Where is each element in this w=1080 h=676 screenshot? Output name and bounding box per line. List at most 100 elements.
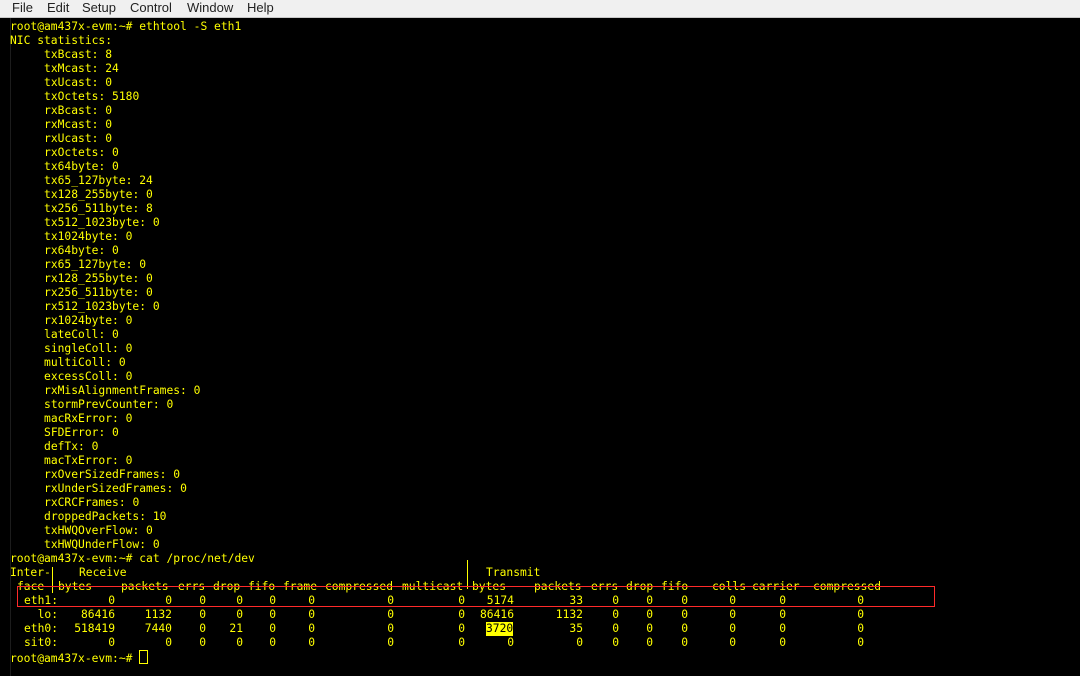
stat-value: 0: [105, 118, 113, 131]
command-text: cat /proc/net/dev: [132, 552, 255, 565]
stat-label: tx512_1023byte: [44, 216, 140, 229]
stat-value: 0: [152, 538, 160, 551]
dev-value: 0: [779, 636, 786, 649]
command-line: root@am437x-evm:~# ethtool -S eth1: [10, 20, 241, 34]
stat-label: rx65_127byte: [44, 258, 126, 271]
stat-value: 0: [125, 314, 133, 327]
stat-line: rxOverSizedFrames: 0: [44, 468, 181, 481]
iface-name: eth0:: [23, 622, 58, 635]
menu-control[interactable]: Control: [130, 0, 172, 15]
stat-value: 0: [112, 426, 119, 439]
stat-label: txOctets: [44, 90, 99, 103]
stat-label: txBcast: [44, 48, 92, 61]
stat-line: txMcast: 24: [44, 62, 119, 75]
stat-label: rx128_255byte: [44, 272, 133, 285]
menu-file[interactable]: File: [12, 0, 33, 15]
menu-bar: File Edit Setup Control Window Help: [0, 0, 1080, 18]
stat-value: 0: [146, 286, 153, 299]
stat-value: 0: [112, 328, 119, 341]
stat-value: 10: [152, 510, 167, 523]
stat-value: 0: [125, 412, 133, 425]
stat-value: 0: [125, 370, 133, 383]
stat-value: 0: [105, 76, 113, 89]
stat-line: tx1024byte: 0: [44, 230, 133, 243]
stat-label: singleColl: [44, 342, 113, 355]
stat-line: txOctets: 5180: [44, 90, 140, 103]
stat-line: rxMcast: 0: [44, 118, 113, 131]
highlight-box: [17, 586, 935, 607]
command-line: root@am437x-evm:~#: [10, 650, 149, 665]
stat-line: excessColl: 0: [44, 370, 133, 383]
stat-value: 0: [105, 132, 113, 145]
stat-label: rxBcast: [44, 104, 92, 117]
dev-value: 86416: [80, 608, 115, 621]
stat-line: rxUnderSizedFrames: 0: [44, 482, 187, 495]
stat-label: rxCRCFrames: [44, 496, 119, 509]
dev-value: 0: [507, 636, 514, 649]
shell-prompt: root@am437x-evm:~#: [10, 652, 133, 665]
stat-line: tx128_255byte: 0: [44, 188, 153, 201]
stat-value: 0: [112, 244, 119, 257]
menu-window[interactable]: Window: [187, 0, 233, 15]
dev-value: 0: [387, 622, 394, 635]
stats-header: NIC statistics:: [10, 34, 112, 48]
highlighted-value: 3720: [486, 622, 514, 636]
stat-value: 0: [146, 272, 153, 285]
dev-value: 518419: [74, 622, 115, 635]
stat-label: rxMcast: [44, 118, 92, 131]
stat-line: tx65_127byte: 24: [44, 174, 153, 187]
stat-label: txMcast: [44, 62, 92, 75]
dev-header-receive: Receive: [79, 566, 127, 579]
stat-line: rxUcast: 0: [44, 132, 113, 145]
stat-value: 0: [152, 216, 160, 229]
stat-label: SFDError: [44, 426, 99, 439]
stat-line: rxBcast: 0: [44, 104, 113, 117]
stat-label: rxUcast: [44, 132, 92, 145]
stat-value: 8: [105, 48, 113, 61]
menu-help[interactable]: Help: [247, 0, 274, 15]
menu-edit[interactable]: Edit: [47, 0, 69, 15]
dev-header-transmit: Transmit: [486, 566, 541, 579]
stat-line: SFDError: 0: [44, 426, 119, 439]
stat-line: lateColl: 0: [44, 328, 119, 341]
stat-line: macTxError: 0: [44, 454, 133, 467]
column-separator: [467, 560, 468, 589]
stat-line: txHWQOverFlow: 0: [44, 524, 153, 537]
stat-line: rx1024byte: 0: [44, 314, 133, 327]
stat-value: 0: [139, 258, 147, 271]
stat-value: 0: [132, 496, 140, 509]
stat-label: rxMisAlignmentFrames: [44, 384, 181, 397]
stat-line: txBcast: 8: [44, 48, 113, 61]
stat-value: 0: [112, 160, 119, 173]
dev-header-inter: Inter-: [10, 566, 51, 579]
stat-line: txUcast: 0: [44, 76, 113, 89]
stat-line: rxCRCFrames: 0: [44, 496, 140, 509]
stat-label: excessColl: [44, 370, 113, 383]
stat-line: stormPrevCounter: 0: [44, 398, 174, 411]
dev-value: 0: [857, 636, 864, 649]
stat-label: rx64byte: [44, 244, 99, 257]
stat-label: stormPrevCounter: [44, 398, 153, 411]
dev-value: 0: [308, 636, 315, 649]
dev-value: 86416: [479, 608, 514, 621]
dev-value: 0: [857, 608, 864, 621]
stats-header-text: NIC statistics:: [10, 34, 113, 47]
stat-value: 24: [139, 174, 153, 187]
stat-label: tx256_511byte: [44, 202, 133, 215]
stat-label: tx128_255byte: [44, 188, 133, 201]
command-text: ethtool -S eth1: [132, 20, 242, 33]
stat-label: multiColl: [44, 356, 106, 369]
stat-value: 0: [125, 230, 133, 243]
command-line: root@am437x-evm:~# cat /proc/net/dev: [10, 552, 255, 566]
stat-label: macTxError: [44, 454, 113, 467]
dev-value: 0: [108, 636, 115, 649]
stat-label: txHWQUnderFlow: [44, 538, 140, 551]
dev-value: 0: [857, 622, 864, 635]
stat-line: rx256_511byte: 0: [44, 286, 153, 299]
stat-line: rx128_255byte: 0: [44, 272, 153, 285]
stat-label: rxOctets: [44, 146, 99, 159]
terminal[interactable]: root@am437x-evm:~# ethtool -S eth1 NIC st…: [0, 18, 1080, 676]
stat-value: 0: [125, 342, 133, 355]
stat-line: droppedPackets: 10: [44, 510, 167, 523]
menu-setup[interactable]: Setup: [82, 0, 116, 15]
